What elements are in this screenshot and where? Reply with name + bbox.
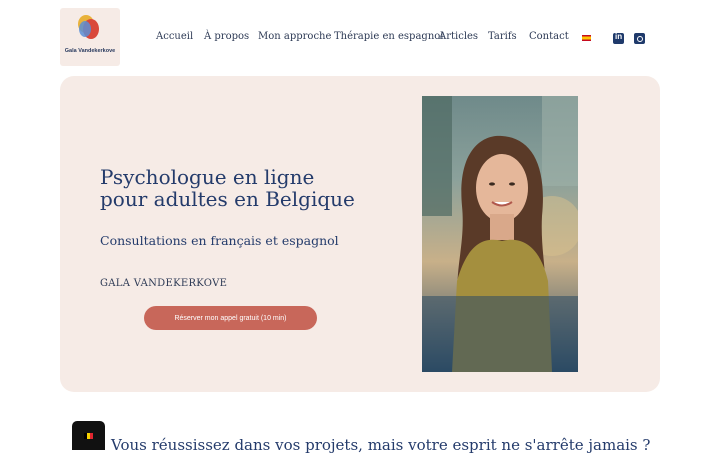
hero-title: Psychologue en ligne pour adultes en Bel… [100, 166, 400, 210]
nav-item-therapie-espagnol[interactable]: Thérapie en espagnol [334, 31, 443, 42]
nav-item-articles[interactable]: Articles [439, 31, 478, 42]
language-badge[interactable] [72, 421, 105, 450]
hero-subtitle: Consultations en français et espagnol [100, 233, 339, 248]
site-logo[interactable]: Gala Vandekerkove [60, 8, 120, 66]
book-call-button[interactable]: Réserver mon appel gratuit (10 min) [144, 306, 317, 330]
linkedin-icon[interactable] [613, 32, 624, 44]
belgian-flag-icon [84, 433, 93, 439]
section-question: Vous réussissez dans vos projets, mais v… [111, 436, 651, 454]
instagram-icon[interactable] [634, 33, 645, 44]
hero-title-line-1: Psychologue en ligne [100, 165, 315, 189]
hero-name: GALA VANDEKERKOVE [100, 278, 228, 289]
logo-icon [78, 15, 99, 39]
hero-title-line-2: pour adultes en Belgique [100, 187, 355, 211]
nav-item-a-propos[interactable]: À propos [204, 31, 249, 42]
nav-item-contact[interactable]: Contact [529, 31, 569, 42]
portrait-photo [422, 96, 578, 372]
hero-section: Psychologue en ligne pour adultes en Bel… [60, 76, 660, 392]
nav-item-accueil[interactable]: Accueil [156, 31, 193, 42]
spanish-flag-icon[interactable] [582, 35, 591, 41]
logo-text: Gala Vandekerkove [64, 48, 116, 54]
nav-item-mon-approche[interactable]: Mon approche [258, 31, 331, 42]
nav-item-tarifs[interactable]: Tarifs [488, 31, 517, 42]
